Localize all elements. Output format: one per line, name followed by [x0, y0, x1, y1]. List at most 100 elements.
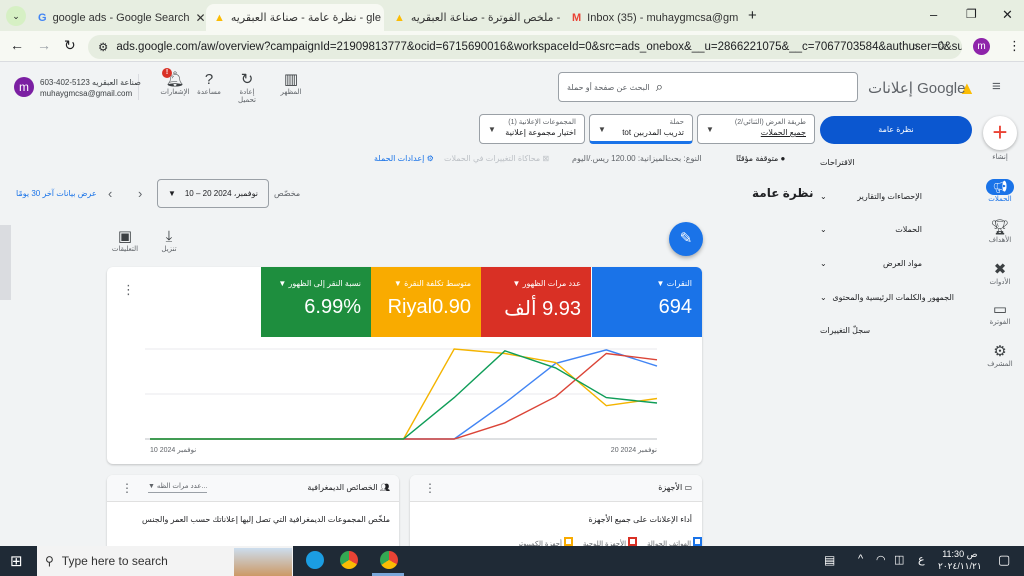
close-icon[interactable]: ✕: [196, 11, 205, 25]
dropdown-caret-icon: ▼: [278, 279, 287, 288]
credit-card-icon: ▭: [992, 301, 1008, 318]
chrome-icon[interactable]: [340, 551, 358, 569]
date-range-picker[interactable]: ▼ 10 – 20 نوفمبر، 2024: [157, 179, 269, 208]
rail-tools[interactable]: ✖ الأدوات: [976, 260, 1024, 286]
google-icon: G: [38, 11, 47, 24]
hamburger-menu-icon[interactable]: ≡: [992, 78, 1001, 95]
volume-icon[interactable]: ◫: [894, 553, 904, 566]
nav-audiences[interactable]: الجمهور والكلمات الرئيسية والمحتوى ⌄: [820, 293, 970, 302]
rail-admin[interactable]: ⚙ المشرف: [976, 342, 1024, 368]
refresh-icon: ↻: [240, 71, 254, 88]
scorecard-label: عدد مرات الظهور ▼: [512, 279, 582, 288]
dropdown-caret-icon: ▼: [706, 125, 714, 134]
campaign-budget[interactable]: الميزانية: 120.00 ريس./اليوم: [572, 154, 667, 163]
bookmark-star-icon[interactable]: ☆: [936, 38, 948, 54]
refresh-button[interactable]: ↻ إعادة تحميل: [230, 71, 264, 105]
download-button[interactable]: ⤓ تنزيل: [156, 229, 182, 254]
more-options-icon[interactable]: ⋮: [122, 282, 135, 298]
x-tick-label: 20 نوفمبر 2024: [611, 447, 657, 454]
tab-google-search[interactable]: Ggoogle ads - Google Search ✕: [30, 4, 205, 31]
people-icon: 👥︎: [377, 483, 390, 492]
edit-fab-button[interactable]: ✎: [669, 222, 703, 256]
tools-icon: ✖: [993, 261, 1007, 278]
tab-search-button[interactable]: ⌄: [6, 6, 26, 26]
menu-icon[interactable]: ⋮: [1008, 38, 1021, 54]
nav-assets[interactable]: مواد العرض ⌄: [820, 259, 970, 268]
search-icon: ⌕: [655, 79, 664, 94]
scorecard[interactable]: النقرات ▼ 694: [592, 267, 702, 337]
tray-chevron-icon[interactable]: ^: [858, 553, 863, 565]
help-icon: ?: [204, 71, 214, 88]
language-indicator[interactable]: ع: [918, 553, 925, 566]
previous-period-button[interactable]: ‹: [108, 186, 112, 201]
campaign-type: النوع: بحث: [666, 154, 702, 163]
search-input[interactable]: ⌕ البحث عن صفحة أو حملة: [558, 72, 858, 102]
demographics-subtitle: ملخّص المجموعات الديمغرافية التي تصل إلي…: [142, 515, 390, 524]
scorecard[interactable]: نسبة النقر إلى الظهور ▼ 6.99%: [261, 267, 371, 337]
dropdown-caret-icon: ▼: [148, 483, 157, 490]
restore-button[interactable]: ❐: [966, 7, 977, 21]
minimize-button[interactable]: –: [930, 7, 937, 22]
notification-center-icon[interactable]: ▢: [998, 552, 1010, 568]
series-line-3: [150, 350, 658, 440]
address-bar[interactable]: ⚙ ads.google.com/aw/overview?campaignId=2…: [88, 35, 962, 59]
megaphone-icon: 📢︎: [986, 179, 1014, 195]
nav-overview[interactable]: نظرة عامة: [820, 116, 972, 144]
nav-change-history[interactable]: سجلّ التغييرات: [820, 326, 970, 335]
clock[interactable]: 11:30 ص ٢٠٢٤/١١/٢١: [938, 548, 982, 572]
date-range-label: مخصّص: [274, 189, 301, 198]
rail-goals[interactable]: 🏆︎ الأهداف: [976, 218, 1024, 244]
account-info[interactable]: 603-402-5123 صناعة العبقريه muhaygmcsa@gm…: [40, 77, 141, 99]
more-options-icon[interactable]: ⋮: [121, 481, 133, 495]
more-options-icon[interactable]: ⋮: [424, 481, 436, 495]
x-tick-label: 10 نوفمبر 2024: [150, 447, 196, 454]
scorecard-value: Riyal0.90: [387, 296, 471, 318]
news-widget-icon[interactable]: ▤: [824, 553, 835, 567]
site-info-icon[interactable]: ⚙: [98, 40, 108, 54]
appearance-button[interactable]: ▥ المظهر: [276, 72, 306, 97]
metric-selector[interactable]: ▼ عدد مرات الظه...: [148, 482, 208, 493]
gmail-icon: M: [572, 11, 582, 24]
nav-insights-reports[interactable]: الإحصاءات والتقارير ⌄: [820, 192, 970, 201]
chevron-down-icon: ⌄: [820, 225, 827, 234]
feedback-icon: ▣: [117, 228, 133, 245]
wifi-icon[interactable]: ◠: [876, 553, 886, 566]
zoom-icon[interactable]: ⌕: [912, 39, 919, 54]
tab-billing[interactable]: ▲ملخص الفوترة - صناعة العبقريه -✕: [386, 4, 562, 31]
last-30-days-link[interactable]: عرض بيانات آخر 30 يومًا: [16, 189, 97, 198]
nav-campaigns[interactable]: الحملات ⌄: [820, 225, 970, 234]
product-name: إعلانات Google: [868, 80, 966, 97]
rail-billing[interactable]: ▭ الفوترة: [976, 300, 1024, 326]
create-label: إنشاء: [992, 154, 1008, 161]
reload-button[interactable]: ↻: [64, 37, 76, 54]
scrollbar-thumb[interactable]: [0, 225, 11, 300]
campaign-settings-link[interactable]: ⚙ إعدادات الحملة: [374, 154, 434, 163]
trophy-icon: 🏆︎: [990, 219, 1010, 236]
tab-gmail[interactable]: MInbox (35) - muhaygmcsa@gm✕: [564, 4, 744, 31]
scorecard[interactable]: متوسط تكلفة النقرة ▼ Riyal0.90: [371, 267, 481, 337]
scorecard-value: 9.93 ألف: [504, 298, 581, 320]
help-button[interactable]: ? مساعدة: [194, 71, 224, 97]
next-period-button[interactable]: ›: [138, 186, 142, 201]
create-button[interactable]: +: [983, 116, 1017, 150]
rail-campaigns[interactable]: 📢︎ الحملات: [976, 179, 1024, 203]
gear-icon: ⚙: [426, 154, 434, 163]
nav-suggestions[interactable]: الاقتراحات: [820, 158, 970, 167]
view-selector[interactable]: طريقة العرض (الثنائي/2) جميع الحملات ▼: [697, 114, 815, 144]
forward-button[interactable]: →: [37, 37, 51, 53]
close-window-button[interactable]: ✕: [1002, 7, 1013, 23]
edge-icon[interactable]: [306, 551, 324, 569]
windows-start-icon[interactable]: ⊞: [10, 552, 23, 570]
ad-group-selector[interactable]: المجموعات الإعلانية (1) اختيار مجموعة إعل…: [479, 114, 585, 144]
feedback-button[interactable]: ▣ التعليقات: [110, 228, 140, 254]
chrome-icon[interactable]: [380, 551, 398, 569]
simulate-changes-button[interactable]: ⊠ محاكاة التغييرات في الحملات: [444, 154, 549, 163]
account-avatar[interactable]: m: [14, 77, 34, 97]
profile-avatar[interactable]: m: [973, 38, 990, 55]
alert-badge-icon: !: [162, 68, 172, 78]
campaign-selector[interactable]: حملة تدريب المدربين tot ▼: [589, 114, 693, 144]
new-tab-button[interactable]: +: [748, 7, 757, 24]
scorecard[interactable]: عدد مرات الظهور ▼ 9.93 ألف: [481, 267, 591, 337]
back-button[interactable]: ←: [10, 37, 24, 53]
tab-overview[interactable]: ▲نظرة عامة - صناعة العبقريه - gle✕: [206, 4, 384, 31]
